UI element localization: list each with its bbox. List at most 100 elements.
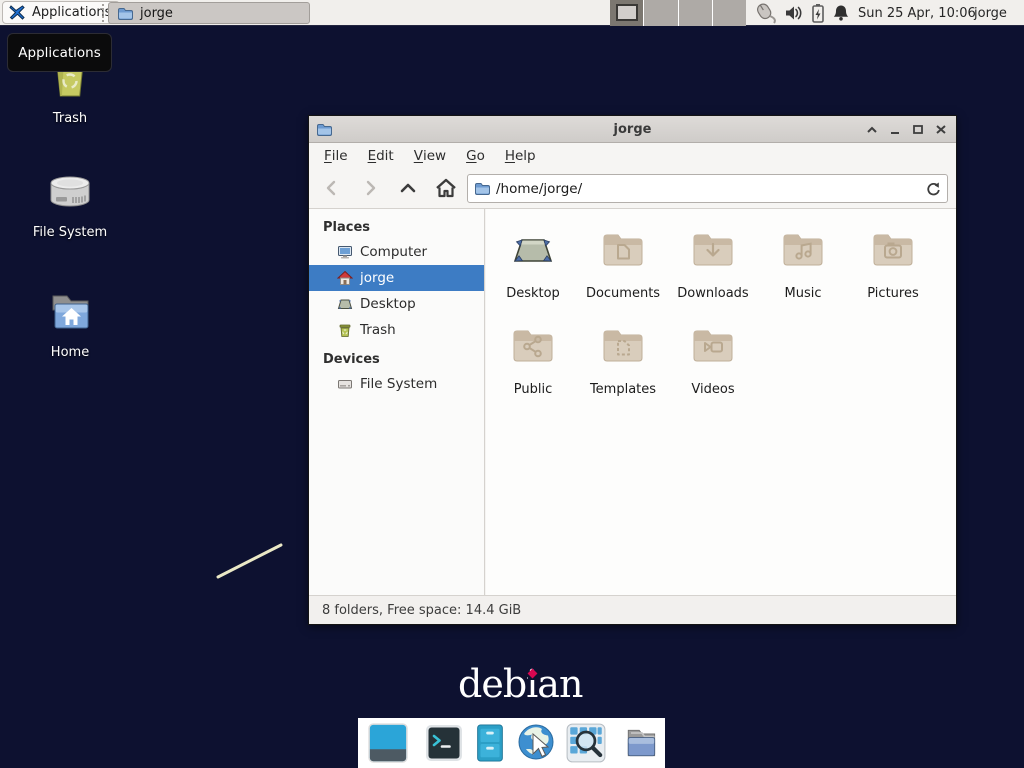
folder-icon [474, 181, 490, 196]
system-tray [750, 0, 852, 26]
shade-button[interactable] [860, 118, 883, 141]
xfce-logo-icon [9, 4, 26, 21]
sidebar-item-label: Computer [360, 244, 427, 260]
home-icon [337, 270, 353, 286]
file-label: Desktop [506, 286, 560, 301]
desktop-icon-filesystem[interactable]: File System [20, 170, 120, 240]
file-item-downloads[interactable]: Downloads [668, 225, 758, 321]
menu-go[interactable]: Go [456, 143, 495, 168]
menu-view[interactable]: View [404, 143, 456, 168]
toolbar [309, 168, 956, 209]
debian-logo: debian [458, 662, 582, 706]
window-titlebar[interactable]: jorge [309, 116, 956, 143]
stray-line [210, 538, 290, 584]
app-finder-icon[interactable] [565, 722, 607, 764]
path-input[interactable] [496, 181, 925, 197]
workspace-1[interactable] [610, 0, 643, 26]
documents-folder-icon [599, 225, 647, 277]
desktop-root: Applications jorge [0, 0, 1024, 768]
location-bar[interactable] [467, 174, 948, 203]
file-label: Templates [590, 382, 656, 397]
folder-icon[interactable] [621, 723, 661, 763]
sidebar-item-label: jorge [360, 270, 394, 286]
menu-bar: File Edit View Go Help [309, 143, 956, 168]
applications-tooltip: Applications [7, 33, 112, 72]
pictures-folder-icon [869, 225, 917, 277]
file-label: Public [514, 382, 552, 397]
taskbar-window-button[interactable]: jorge [108, 2, 310, 24]
sidebar-item-desktop[interactable]: Desktop [309, 291, 484, 317]
panel-username: jorge [974, 0, 1007, 26]
titlebar-buttons [860, 116, 952, 143]
menu-edit[interactable]: Edit [358, 143, 404, 168]
panel-separator-handle [102, 4, 105, 22]
status-bar: 8 folders, Free space: 14.4 GiB [309, 595, 956, 624]
menu-file[interactable]: File [314, 143, 358, 168]
public-folder-icon [509, 321, 557, 373]
places-sidebar: Places Computer [309, 209, 485, 595]
file-item-music[interactable]: Music [758, 225, 848, 321]
file-item-pictures[interactable]: Pictures [848, 225, 938, 321]
minimize-button[interactable] [883, 118, 906, 141]
back-button[interactable] [317, 173, 347, 203]
workspace-4[interactable] [713, 0, 746, 26]
sidebar-item-jorge[interactable]: jorge [309, 265, 484, 291]
terminal-icon[interactable] [424, 723, 464, 763]
workspace-window-preview [616, 4, 638, 21]
file-label: Documents [586, 286, 660, 301]
reload-icon[interactable] [925, 181, 941, 197]
file-item-desktop[interactable]: Desktop [488, 225, 578, 321]
file-item-documents[interactable]: Documents [578, 225, 668, 321]
taskbar-window-label: jorge [140, 6, 173, 21]
mouse-icon[interactable] [752, 2, 778, 24]
desktop-icon-label: File System [33, 225, 107, 240]
top-panel: Applications jorge [0, 0, 1024, 26]
file-label: Downloads [677, 286, 748, 301]
desktop-icon [337, 296, 353, 312]
panel-clock[interactable]: Sun 25 Apr, 10:06 [858, 0, 976, 26]
maximize-button[interactable] [906, 118, 929, 141]
sidebar-item-trash[interactable]: Trash [309, 317, 484, 343]
templates-folder-icon [599, 321, 647, 373]
debian-logo-text: debian [458, 662, 582, 706]
home-folder-icon [44, 290, 96, 340]
file-label: Videos [691, 382, 734, 397]
applications-menu-label: Applications [32, 5, 111, 20]
workspace-2[interactable] [644, 0, 677, 26]
forward-button[interactable] [355, 173, 385, 203]
window-title: jorge [309, 122, 956, 137]
battery-charging-icon[interactable] [810, 3, 826, 24]
folder-icon [117, 6, 133, 21]
sidebar-item-label: File System [360, 376, 437, 392]
file-manager-window: jorge File Edit View Go Help [308, 115, 957, 625]
sidebar-item-label: Trash [360, 322, 396, 338]
menu-help[interactable]: Help [495, 143, 546, 168]
sidebar-item-filesystem[interactable]: File System [309, 371, 484, 397]
music-folder-icon [779, 225, 827, 277]
file-label: Music [785, 286, 822, 301]
workspace-switcher [610, 0, 746, 26]
file-item-videos[interactable]: Videos [668, 321, 758, 417]
desktop-icon-home[interactable]: Home [20, 290, 120, 360]
sidebar-item-computer[interactable]: Computer [309, 239, 484, 265]
desktop-icon-label: Home [51, 345, 89, 360]
home-button[interactable] [431, 173, 461, 203]
workspace-3[interactable] [679, 0, 712, 26]
computer-icon [337, 244, 353, 260]
file-label: Pictures [867, 286, 918, 301]
sidebar-item-label: Desktop [360, 296, 416, 312]
close-button[interactable] [929, 118, 952, 141]
up-button[interactable] [393, 173, 423, 203]
show-desktop-icon[interactable] [366, 722, 410, 764]
file-grid: Desktop Documents [486, 209, 956, 595]
sidebar-header-devices: Devices [309, 347, 484, 371]
file-item-templates[interactable]: Templates [578, 321, 668, 417]
web-browser-globe-icon[interactable] [516, 722, 558, 764]
file-cabinet-icon[interactable] [471, 722, 509, 764]
notifications-bell-icon[interactable] [832, 3, 850, 23]
file-item-public[interactable]: Public [488, 321, 578, 417]
downloads-folder-icon [689, 225, 737, 277]
desktop-icon-label: Trash [53, 111, 87, 126]
volume-icon[interactable] [784, 4, 804, 22]
bottom-dock [358, 718, 665, 768]
